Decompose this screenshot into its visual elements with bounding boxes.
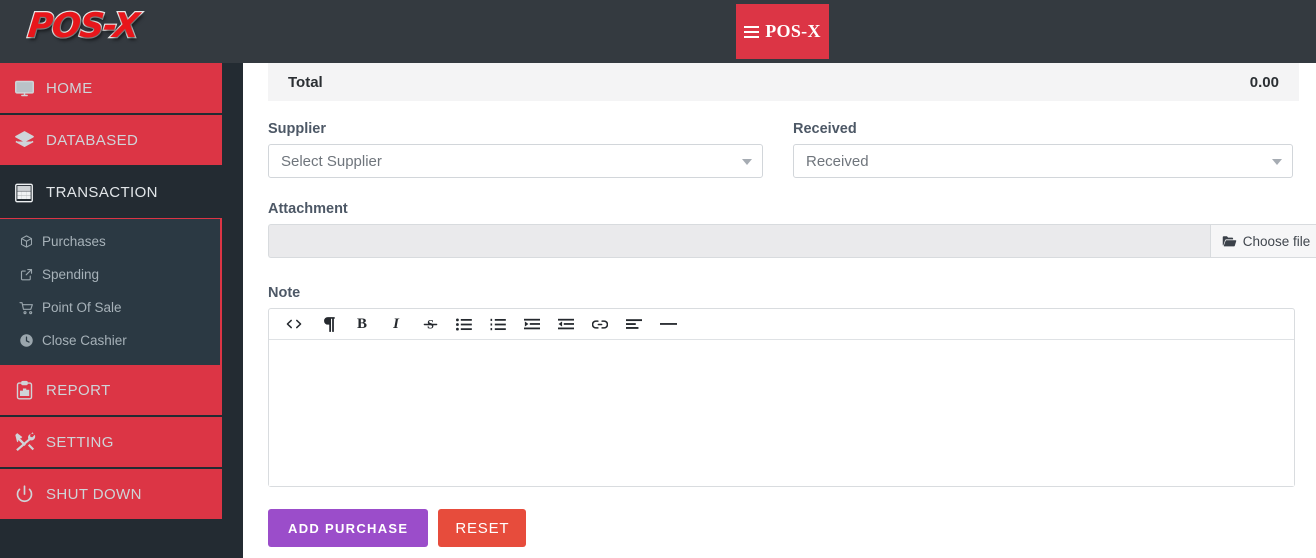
sidebar-item-databased-label: DATABASED (46, 131, 139, 149)
sidebar-item-report-label: REPORT (46, 381, 111, 399)
main-content-area: Total 0.00 Supplier Select Supplier Rece… (243, 63, 1316, 558)
code-view-icon[interactable] (277, 310, 311, 339)
file-input-group: Choose file (268, 224, 1316, 258)
shopping-cart-icon (18, 300, 35, 316)
form-action-buttons: ADD PURCHASE RESET (268, 509, 527, 547)
align-left-icon[interactable] (617, 310, 651, 339)
horizontal-rule-icon[interactable] (651, 310, 685, 339)
sidebar-subitem-point-of-sale-label: Point Of Sale (42, 300, 122, 315)
sidebar-item-databased[interactable]: DATABASED (0, 115, 222, 167)
brand-menu-toggle-button[interactable]: POS-X (736, 4, 829, 59)
app-logo: POS-X (25, 5, 142, 47)
sidebar-item-transaction[interactable]: TRANSACTION (0, 167, 222, 219)
sidebar-subitem-purchases[interactable]: Purchases (0, 225, 220, 258)
attachment-field-group: Attachment Choose file (268, 201, 1316, 258)
ordered-list-icon[interactable] (481, 310, 515, 339)
received-field-group: Received Received (793, 121, 1293, 178)
choose-file-button[interactable]: Choose file (1210, 224, 1316, 258)
paragraph-mark-icon[interactable] (311, 310, 345, 339)
sidebar-subitem-spending[interactable]: Spending (0, 258, 220, 291)
sidebar-item-home[interactable]: HOME (0, 63, 222, 115)
unordered-list-icon[interactable] (447, 310, 481, 339)
note-editor-toolbar: B I S (269, 309, 1294, 340)
supplier-field-group: Supplier Select Supplier (268, 121, 763, 178)
supplier-select-value: Select Supplier (281, 152, 382, 170)
sidebar-subitem-spending-label: Spending (42, 267, 100, 282)
folder-open-icon (1222, 235, 1237, 248)
note-editor-content[interactable] (269, 340, 1294, 486)
attachment-file-input[interactable] (268, 224, 1210, 258)
desktop-monitor-icon (12, 76, 36, 100)
total-summary-row: Total 0.00 (268, 63, 1299, 101)
outdent-icon[interactable] (515, 310, 549, 339)
note-rich-text-editor: B I S (268, 308, 1295, 487)
sidebar-subitem-close-cashier-label: Close Cashier (42, 333, 127, 348)
power-off-icon (12, 482, 36, 506)
reset-button[interactable]: RESET (438, 509, 527, 547)
brand-menu-label: POS-X (765, 21, 821, 41)
link-icon[interactable] (583, 310, 617, 339)
add-purchase-button[interactable]: ADD PURCHASE (268, 509, 429, 547)
total-label: Total (288, 73, 323, 91)
box-cube-icon (18, 234, 35, 250)
italic-icon[interactable]: I (379, 310, 413, 339)
layers-stack-icon (12, 128, 36, 152)
calculator-grid-icon (12, 181, 36, 205)
chevron-down-icon (1272, 159, 1282, 165)
supplier-label: Supplier (268, 121, 327, 137)
bold-icon[interactable]: B (345, 310, 379, 339)
sidebar-subitem-point-of-sale[interactable]: Point Of Sale (0, 291, 220, 324)
clipboard-chart-icon (12, 378, 36, 402)
received-label: Received (793, 121, 857, 137)
sidebar-item-shut-down[interactable]: SHUT DOWN (0, 469, 222, 521)
note-label: Note (268, 285, 301, 301)
hamburger-menu-icon (744, 25, 760, 38)
sidebar-item-shut-down-label: SHUT DOWN (46, 485, 142, 503)
sidebar-item-report[interactable]: REPORT (0, 365, 222, 417)
sidebar-item-setting[interactable]: SETTING (0, 417, 222, 469)
indent-icon[interactable] (549, 310, 583, 339)
top-header-bar: POS-X POS-X (0, 0, 1316, 63)
received-select-value: Received (806, 152, 869, 170)
strikethrough-icon[interactable]: S (413, 310, 447, 339)
sidebar-item-home-label: HOME (46, 79, 93, 97)
choose-file-button-label: Choose file (1242, 233, 1311, 249)
sidebar-navigation: HOME DATABASED TRANSACTION Purchases Spe… (0, 63, 243, 558)
sidebar-item-setting-label: SETTING (46, 433, 114, 451)
received-select[interactable]: Received (793, 144, 1293, 178)
note-field-group: Note B I S (268, 285, 1296, 487)
chevron-down-icon (742, 159, 752, 165)
clock-icon (18, 333, 35, 349)
attachment-label: Attachment (268, 201, 348, 217)
supplier-select[interactable]: Select Supplier (268, 144, 763, 178)
tools-wrench-screwdriver-icon (12, 430, 36, 454)
external-link-icon (18, 267, 35, 283)
sidebar-subitem-purchases-label: Purchases (42, 234, 106, 249)
total-value: 0.00 (1249, 73, 1279, 91)
application-root: POS-X POS-X HOME DATABASED TRANSACTION P… (0, 0, 1316, 558)
sidebar-subitem-close-cashier[interactable]: Close Cashier (0, 324, 220, 357)
sidebar-item-transaction-label: TRANSACTION (46, 184, 158, 201)
sidebar-submenu-transaction: Purchases Spending Point Of Sale Close C… (0, 219, 222, 365)
